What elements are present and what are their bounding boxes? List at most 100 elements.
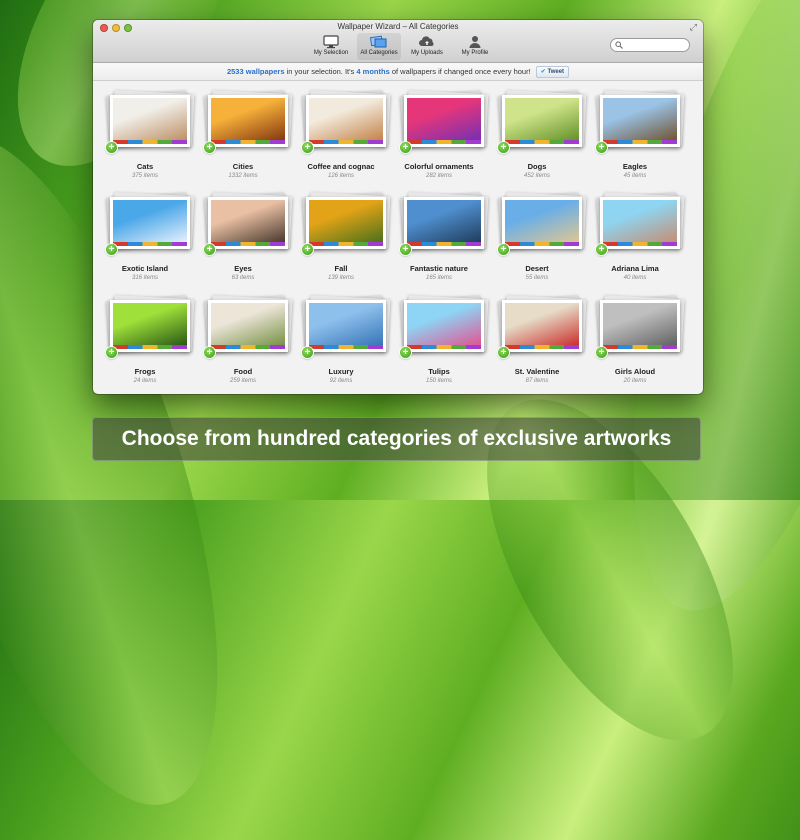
- category-name: Food: [233, 367, 253, 376]
- add-category-icon[interactable]: +: [596, 142, 607, 153]
- category-tile[interactable]: + Eyes 63 items: [194, 184, 293, 286]
- category-thumbnail[interactable]: [502, 300, 582, 352]
- category-thumbnail[interactable]: [600, 95, 680, 147]
- color-stripes: [211, 242, 285, 246]
- add-category-icon[interactable]: +: [106, 347, 117, 358]
- add-category-icon[interactable]: +: [204, 142, 215, 153]
- color-stripes: [407, 140, 481, 144]
- category-tile[interactable]: + Girls Aloud 20 items: [586, 287, 685, 389]
- add-category-icon[interactable]: +: [302, 142, 313, 153]
- category-thumbnail[interactable]: [404, 300, 484, 352]
- category-thumbnail[interactable]: [110, 197, 190, 249]
- category-tile[interactable]: + Tulips 150 items: [390, 287, 489, 389]
- add-category-icon[interactable]: +: [302, 347, 313, 358]
- toolbar-my-profile[interactable]: My Profile: [453, 33, 497, 60]
- category-name: Cats: [136, 162, 154, 171]
- color-stripes: [113, 140, 187, 144]
- add-category-icon[interactable]: +: [498, 347, 509, 358]
- category-tile[interactable]: + Cities 1332 items: [194, 82, 293, 184]
- color-stripes: [113, 345, 187, 349]
- category-thumbnail[interactable]: [404, 95, 484, 147]
- toolbar-my-uploads[interactable]: My Uploads: [405, 33, 449, 60]
- add-category-icon[interactable]: +: [596, 244, 607, 255]
- category-count: 40 items: [623, 275, 647, 281]
- category-count: 20 items: [623, 378, 647, 384]
- tweet-button[interactable]: ✔ Tweet: [535, 66, 570, 79]
- category-tile[interactable]: + Fall 139 items: [292, 184, 391, 286]
- thumbnail-stack: [498, 90, 587, 148]
- add-category-icon[interactable]: +: [204, 347, 215, 358]
- category-count: 55 items: [525, 275, 549, 281]
- category-thumbnail[interactable]: [306, 197, 386, 249]
- category-name: Adriana Lima: [611, 264, 659, 273]
- category-thumbnail[interactable]: [502, 197, 582, 249]
- toolbar-my-selection[interactable]: My Selection: [309, 33, 353, 60]
- category-count: 316 items: [131, 275, 158, 281]
- add-category-icon[interactable]: +: [400, 347, 411, 358]
- category-thumbnail[interactable]: [208, 95, 288, 147]
- category-name: Coffee and cognac: [307, 162, 375, 171]
- toolbar-all-categories[interactable]: All Categories: [357, 33, 401, 60]
- add-category-icon[interactable]: +: [106, 142, 117, 153]
- add-category-icon[interactable]: +: [302, 244, 313, 255]
- category-count: 24 items: [133, 378, 157, 384]
- color-stripes: [505, 242, 579, 246]
- category-count: 126 items: [327, 173, 354, 179]
- thumbnail-stack: [596, 192, 685, 250]
- color-stripes: [603, 140, 677, 144]
- thumbnail-stack: [400, 90, 489, 148]
- category-tile[interactable]: + St. Valentine 87 items: [488, 287, 587, 389]
- category-count: 139 items: [327, 275, 354, 281]
- category-thumbnail[interactable]: [306, 95, 386, 147]
- category-tile[interactable]: + Luxury 92 items: [292, 287, 391, 389]
- thumbnail-stack: [596, 90, 685, 148]
- add-category-icon[interactable]: +: [400, 142, 411, 153]
- category-thumbnail[interactable]: [600, 197, 680, 249]
- category-tile[interactable]: + Food 259 items: [194, 287, 293, 389]
- category-tile[interactable]: + Exotic Island 316 items: [96, 184, 195, 286]
- category-name: Fantastic nature: [410, 264, 468, 273]
- category-tile[interactable]: + Coffee and cognac 126 items: [292, 82, 391, 184]
- category-name: Tulips: [428, 367, 450, 376]
- color-stripes: [603, 242, 677, 246]
- category-tile[interactable]: + Adriana Lima 40 items: [586, 184, 685, 286]
- thumbnail-stack: [204, 192, 293, 250]
- color-stripes: [407, 345, 481, 349]
- add-category-icon[interactable]: +: [498, 142, 509, 153]
- category-tile[interactable]: + Dogs 452 items: [488, 82, 587, 184]
- promo-caption: Choose from hundred categories of exclus…: [92, 417, 701, 461]
- category-tile[interactable]: + Frogs 24 items: [96, 287, 195, 389]
- app-window: Wallpaper Wizard – All Categories ⤢ My S…: [93, 20, 703, 394]
- add-category-icon[interactable]: +: [596, 347, 607, 358]
- toolbar: My Selection All Categories My Uploads M…: [309, 33, 497, 60]
- category-tile[interactable]: + Eagles 45 items: [586, 82, 685, 184]
- category-tile[interactable]: + Colorful ornaments 282 items: [390, 82, 489, 184]
- category-tile[interactable]: + Desert 55 items: [488, 184, 587, 286]
- category-thumbnail[interactable]: [208, 197, 288, 249]
- category-thumbnail[interactable]: [502, 95, 582, 147]
- cloud-upload-icon: [418, 33, 436, 50]
- thumbnail-stack: [498, 295, 587, 353]
- category-thumbnail[interactable]: [110, 300, 190, 352]
- category-count: 282 items: [425, 173, 452, 179]
- thumbnail-stack: [106, 192, 195, 250]
- add-category-icon[interactable]: +: [106, 244, 117, 255]
- color-stripes: [211, 345, 285, 349]
- category-thumbnail[interactable]: [208, 300, 288, 352]
- category-thumbnail[interactable]: [600, 300, 680, 352]
- duration-text: 4 months: [356, 67, 390, 76]
- add-category-icon[interactable]: +: [498, 244, 509, 255]
- add-category-icon[interactable]: +: [400, 244, 411, 255]
- search-input[interactable]: [610, 38, 690, 52]
- category-thumbnail[interactable]: [110, 95, 190, 147]
- category-thumbnail[interactable]: [404, 197, 484, 249]
- info-text: of wallpapers if changed once every hour…: [389, 67, 533, 76]
- info-text: in your selection. It's: [284, 67, 357, 76]
- category-thumbnail[interactable]: [306, 300, 386, 352]
- category-tile[interactable]: + Cats 375 items: [96, 82, 195, 184]
- category-count: 92 items: [329, 378, 353, 384]
- add-category-icon[interactable]: +: [204, 244, 215, 255]
- fullscreen-icon[interactable]: ⤢: [690, 22, 697, 33]
- color-stripes: [309, 242, 383, 246]
- category-tile[interactable]: + Fantastic nature 165 items: [390, 184, 489, 286]
